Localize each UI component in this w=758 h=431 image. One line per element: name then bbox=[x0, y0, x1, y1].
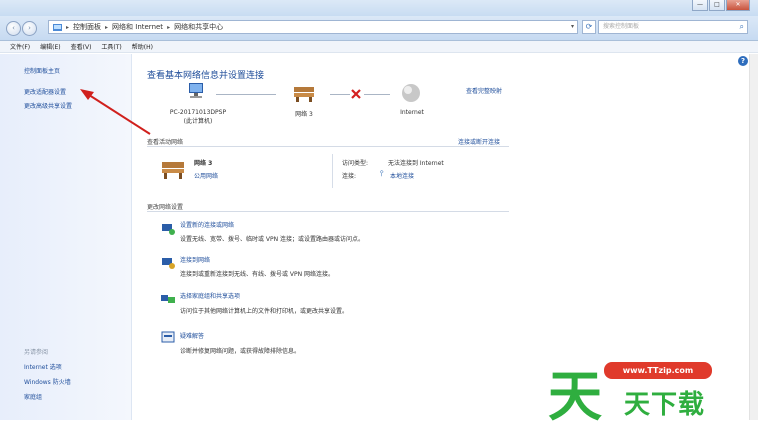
watermark-text: 天下载 bbox=[624, 390, 706, 420]
watermark-url: www.TTzip.com bbox=[604, 362, 712, 379]
watermark-big-char: 天 bbox=[548, 364, 602, 428]
watermark-logo: 天 www.TTzip.com 天下载 bbox=[548, 340, 758, 428]
